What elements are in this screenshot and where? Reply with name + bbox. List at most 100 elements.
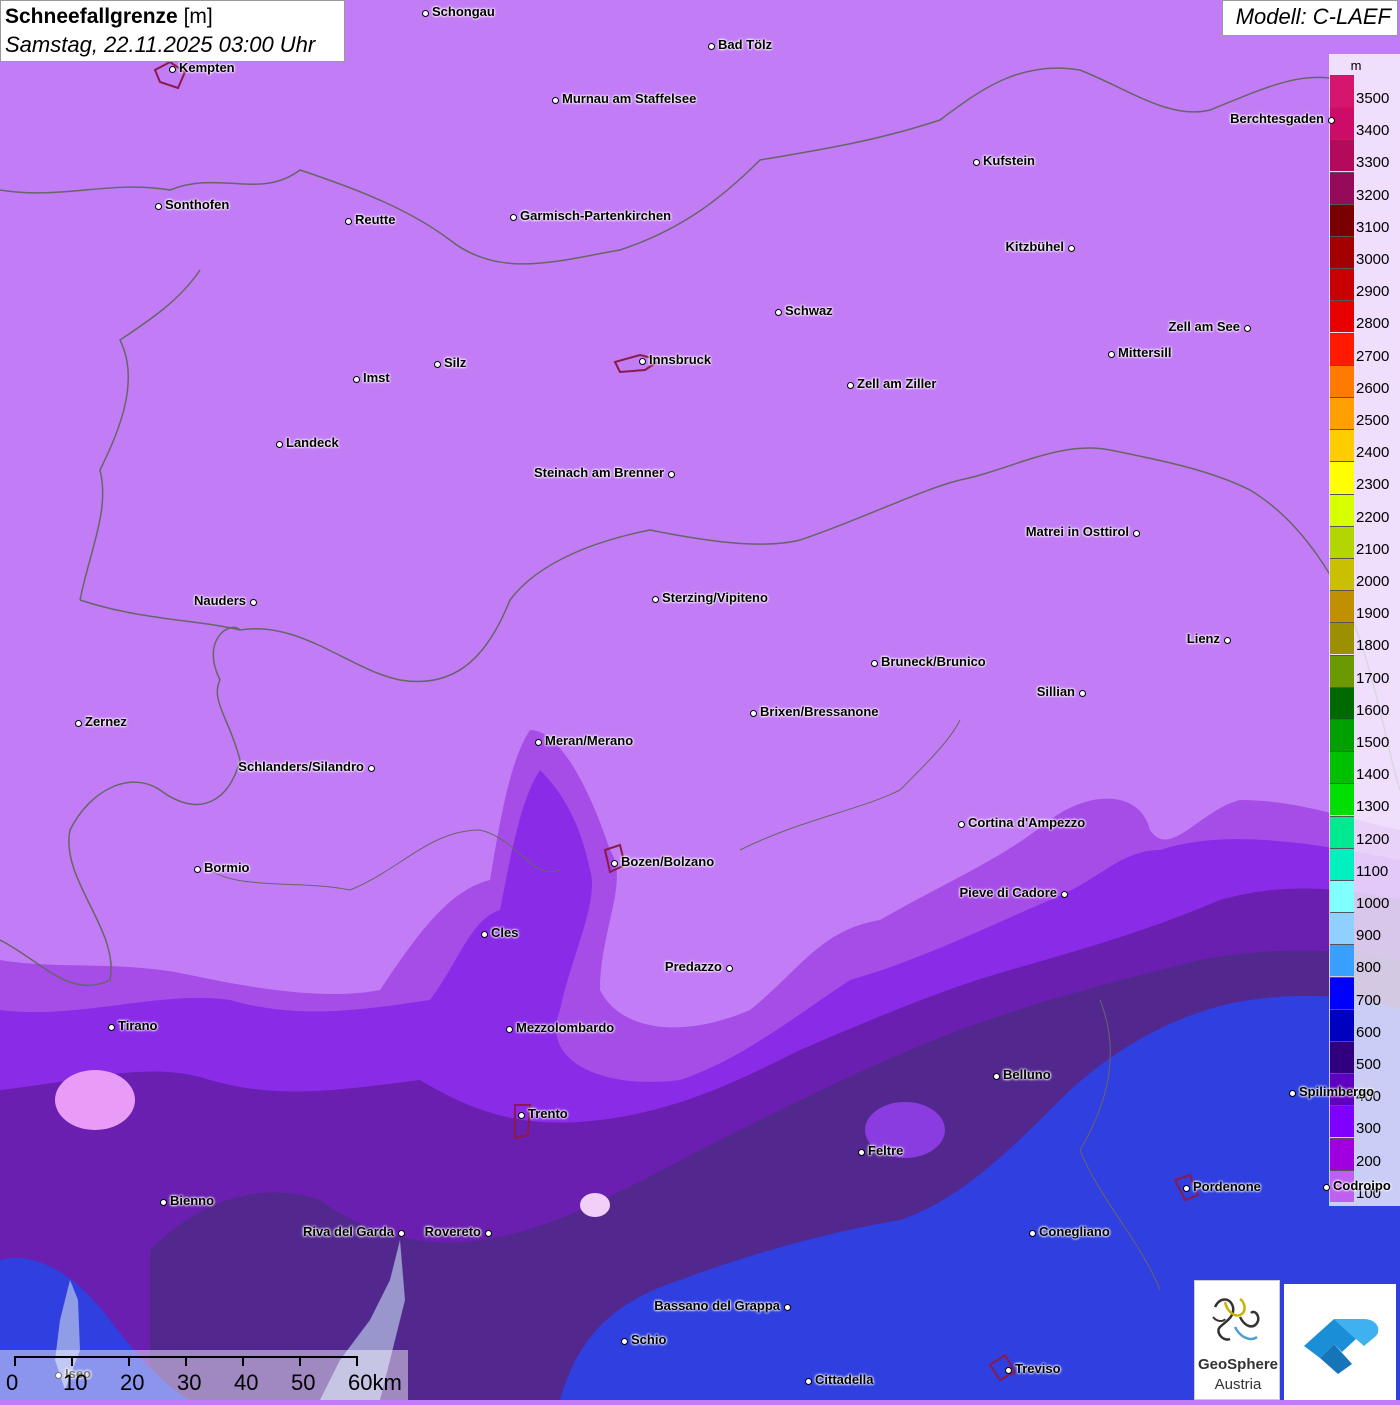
city-marker-cortina-d-ampezzo xyxy=(957,820,965,828)
legend-swatch-2400 xyxy=(1330,429,1354,462)
city-marker-rovereto xyxy=(484,1229,492,1237)
legend-label-2600: 2600 xyxy=(1356,379,1390,397)
legend-swatch-3100 xyxy=(1330,203,1354,236)
legend-label-1100: 1100 xyxy=(1356,862,1389,880)
legend-label-3300: 3300 xyxy=(1356,154,1390,172)
city-marker-mittersill xyxy=(1107,350,1115,358)
legend-swatch-3500 xyxy=(1330,75,1354,107)
city-marker-reutte xyxy=(344,217,352,225)
city-marker-kufstein xyxy=(972,158,980,166)
city-label-feltre: Feltre xyxy=(868,1143,904,1158)
legend-label-700: 700 xyxy=(1356,991,1382,1009)
map-date: Samstag, 22.11.2025 03:00 Uhr xyxy=(5,32,316,57)
legend-swatch-800 xyxy=(1330,944,1354,977)
legend-swatch-1000 xyxy=(1330,880,1354,912)
city-marker-riva-del-garda xyxy=(397,1229,405,1237)
legend-swatch-900 xyxy=(1330,912,1354,945)
legend-swatch-2900 xyxy=(1330,268,1354,301)
city-marker-bozen-bolzano xyxy=(610,859,618,867)
legend-swatch-500 xyxy=(1330,1041,1354,1073)
city-label-bruneck-brunico: Bruneck/Brunico xyxy=(881,654,986,669)
legend-swatch-2800 xyxy=(1330,300,1354,333)
city-label-steinach-am-brenner: Steinach am Brenner xyxy=(533,465,664,480)
city-marker-belluno xyxy=(992,1072,1000,1080)
weather-app-logo xyxy=(1284,1284,1396,1400)
legend-label-600: 600 xyxy=(1356,1023,1382,1041)
city-label-reutte: Reutte xyxy=(355,212,396,227)
city-marker-pieve-di-cadore xyxy=(1060,890,1068,898)
legend-label-3100: 3100 xyxy=(1356,218,1390,236)
city-marker-mezzolombardo xyxy=(505,1025,513,1033)
legend-swatch-2000 xyxy=(1330,558,1354,590)
legend-label-3200: 3200 xyxy=(1356,186,1390,204)
scale-label: 0 xyxy=(6,1370,19,1395)
scale-tick xyxy=(185,1356,187,1366)
city-label-schongau: Schongau xyxy=(432,4,495,19)
city-label-riva-del-garda: Riva del Garda xyxy=(302,1224,394,1239)
city-marker-pordenone xyxy=(1182,1184,1190,1192)
legend-swatch-2300 xyxy=(1330,461,1354,494)
legend-swatch-1300 xyxy=(1330,783,1354,816)
city-marker-schwaz xyxy=(774,308,782,316)
legend-unit: m xyxy=(1350,58,1362,73)
city-label-pieve-di-cadore: Pieve di Cadore xyxy=(959,885,1057,900)
legend-label-2700: 2700 xyxy=(1356,347,1390,365)
legend-label-1200: 1200 xyxy=(1356,830,1390,848)
city-marker-kitzb-hel xyxy=(1067,244,1075,252)
scale-tick xyxy=(14,1356,16,1366)
legend-swatch-2500 xyxy=(1330,397,1354,429)
legend-swatch-200 xyxy=(1330,1137,1354,1170)
city-label-imst: Imst xyxy=(363,370,390,385)
city-marker-zernez xyxy=(74,719,82,727)
legend-swatch-3000 xyxy=(1330,236,1354,268)
scale-label: 50 xyxy=(291,1370,316,1395)
legend-swatch-1600 xyxy=(1330,686,1354,719)
map-title: Schneefallgrenze [m] xyxy=(5,3,340,31)
legend-label-300: 300 xyxy=(1356,1120,1382,1138)
legend-swatch-1400 xyxy=(1330,751,1354,784)
legend-label-2300: 2300 xyxy=(1356,476,1390,494)
map-title-box: Schneefallgrenze [m] Samstag, 22.11.2025… xyxy=(0,0,345,62)
scale-label: 30 xyxy=(177,1370,202,1395)
city-label-silz: Silz xyxy=(444,355,467,370)
legend-label-3000: 3000 xyxy=(1356,251,1390,268)
city-label-nauders: Nauders xyxy=(193,593,246,608)
city-marker-sillian xyxy=(1078,689,1086,697)
city-marker-codroipo xyxy=(1322,1183,1330,1191)
city-marker-matrei-in-osttirol xyxy=(1132,529,1140,537)
city-marker-conegliano xyxy=(1028,1229,1036,1237)
city-label-belluno: Belluno xyxy=(1003,1067,1051,1082)
city-label-bozen-bolzano: Bozen/Bolzano xyxy=(621,854,715,869)
scale-tick xyxy=(71,1356,73,1366)
city-label-trento: Trento xyxy=(528,1106,568,1121)
legend-swatch-600 xyxy=(1330,1008,1354,1041)
city-label-bassano-del-grappa: Bassano del Grappa xyxy=(654,1298,780,1313)
city-label-murnau-am-staffelsee: Murnau am Staffelsee xyxy=(562,91,697,106)
city-label-landeck: Landeck xyxy=(286,435,339,450)
legend-swatch-1800 xyxy=(1330,622,1354,655)
city-marker-kempten xyxy=(168,65,176,73)
city-marker-zell-am-ziller xyxy=(846,381,854,389)
city-label-berchtesgaden: Berchtesgaden xyxy=(1230,111,1324,126)
city-label-tirano: Tirano xyxy=(118,1018,158,1033)
city-marker-meran-merano xyxy=(534,738,542,746)
city-marker-trento xyxy=(517,1111,525,1119)
city-label-brixen-bressanone: Brixen/Bressanone xyxy=(760,704,879,719)
city-label-mittersill: Mittersill xyxy=(1118,345,1172,360)
city-label-cles: Cles xyxy=(491,925,519,940)
city-label-rovereto: Rovereto xyxy=(424,1224,481,1239)
legend-label-2100: 2100 xyxy=(1356,540,1390,558)
scale-label: 40 xyxy=(234,1370,259,1395)
scale-tick xyxy=(242,1356,244,1366)
city-label-conegliano: Conegliano xyxy=(1039,1224,1110,1239)
city-marker-nauders xyxy=(249,598,257,606)
city-marker-imst xyxy=(352,375,360,383)
city-marker-schlanders-silandro xyxy=(367,764,375,772)
city-marker-garmisch-partenkirchen xyxy=(509,213,517,221)
city-label-matrei-in-osttirol: Matrei in Osttirol xyxy=(1025,524,1129,539)
legend-swatch-1100 xyxy=(1330,847,1354,880)
city-label-kufstein: Kufstein xyxy=(983,153,1035,168)
scale-label: 60km xyxy=(348,1370,402,1395)
legend-swatch-3300 xyxy=(1330,139,1354,172)
city-label-predazzo: Predazzo xyxy=(664,959,722,974)
